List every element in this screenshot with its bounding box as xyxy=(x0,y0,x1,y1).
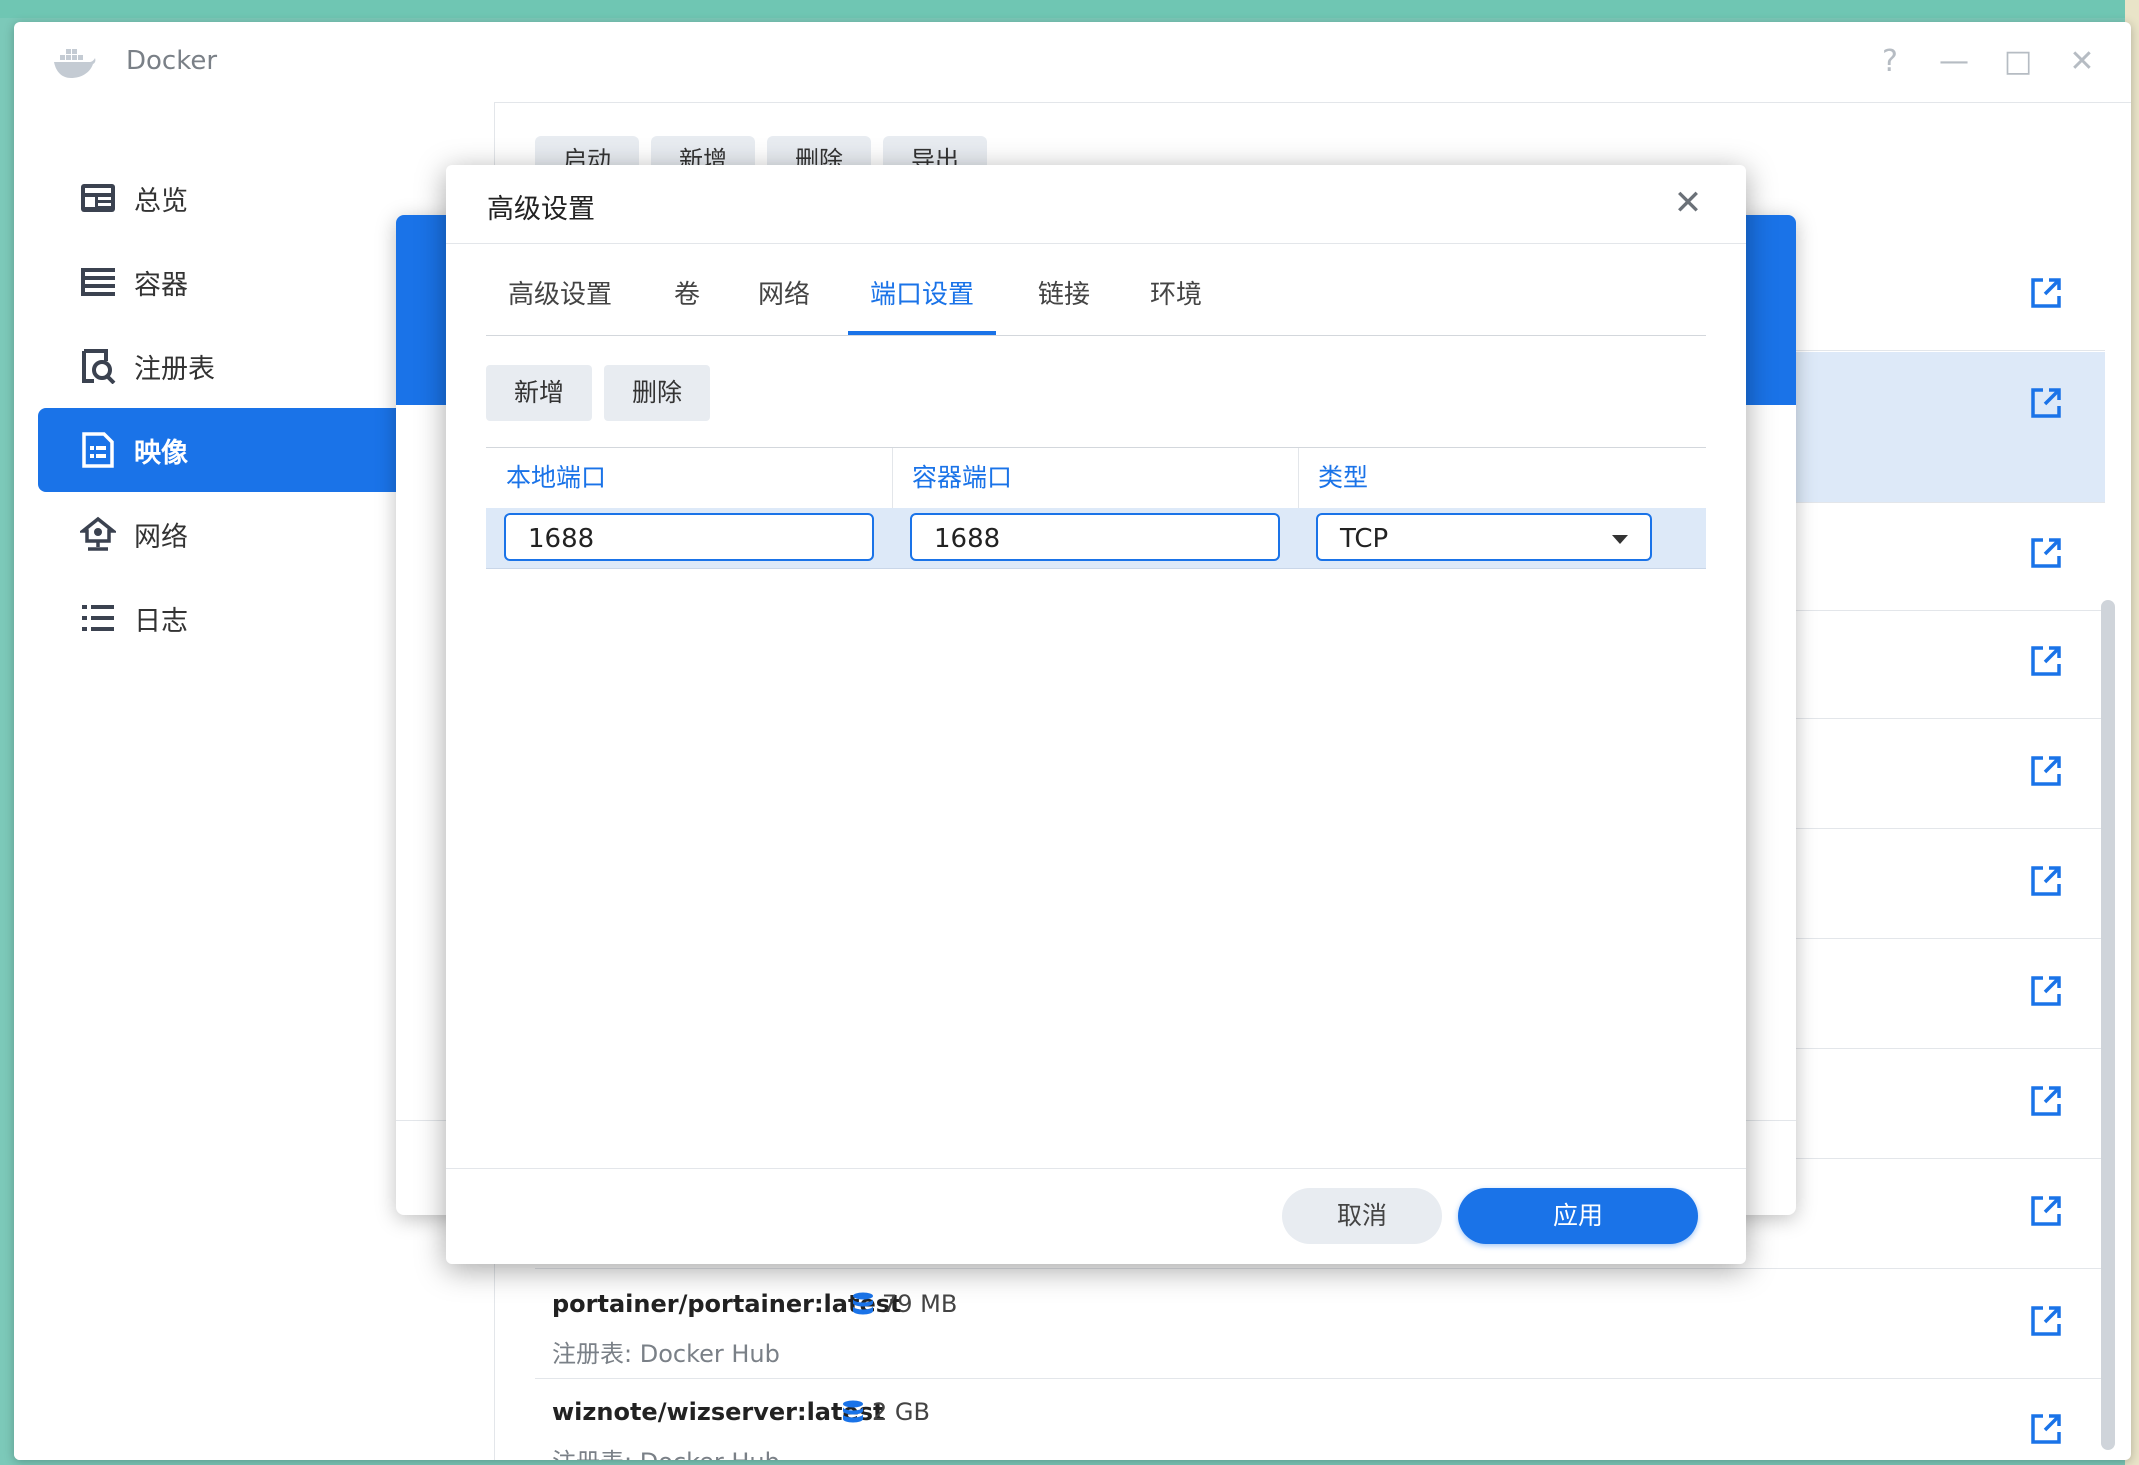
modal-title: 高级设置 xyxy=(487,194,595,225)
port-table: 本地端口 容器端口 类型 1688 1688 TCP xyxy=(486,447,1706,569)
cancel-button[interactable]: 取消 xyxy=(1282,1188,1442,1244)
open-external-icon[interactable] xyxy=(2029,1412,2063,1446)
column-divider xyxy=(1298,448,1299,508)
minimize-icon[interactable]: — xyxy=(1934,42,1974,82)
column-divider xyxy=(892,448,893,508)
column-header-container-port[interactable]: 容器端口 xyxy=(912,448,1012,508)
port-actions: 新增 删除 xyxy=(486,365,711,421)
overview-icon xyxy=(80,180,116,216)
sidebar-item-label: 映像 xyxy=(134,437,188,469)
list-item[interactable]: wiznote/wizserver:latest 2 GB 注册表: Docke… xyxy=(535,1378,2105,1460)
image-icon xyxy=(80,432,116,468)
sidebar-item-label: 注册表 xyxy=(134,353,215,385)
column-header-local-port[interactable]: 本地端口 xyxy=(506,448,606,508)
open-external-icon[interactable] xyxy=(2029,1084,2063,1118)
protocol-select[interactable]: TCP xyxy=(1316,513,1652,561)
tab-network[interactable]: 网络 xyxy=(758,255,810,335)
tab-port-settings[interactable]: 端口设置 xyxy=(848,255,997,335)
image-size: 2 GB xyxy=(842,1398,930,1426)
local-port-input[interactable]: 1688 xyxy=(504,513,874,561)
protocol-select-value: TCP xyxy=(1340,524,1389,554)
sidebar-item-label: 网络 xyxy=(134,521,188,553)
sidebar-item-label: 容器 xyxy=(134,269,188,301)
open-external-icon[interactable] xyxy=(2029,1194,2063,1228)
open-external-icon[interactable] xyxy=(2029,276,2063,310)
sidebar-item-label: 总览 xyxy=(134,185,188,217)
registry-icon xyxy=(80,348,116,384)
image-size-value: 2 GB xyxy=(872,1398,930,1426)
app-title: Docker xyxy=(126,46,218,76)
log-icon xyxy=(80,600,116,636)
scrollbar[interactable] xyxy=(2101,600,2115,1450)
storage-icon xyxy=(853,1292,873,1315)
image-name: portainer/portainer:latest xyxy=(552,1290,902,1318)
open-external-icon[interactable] xyxy=(2029,974,2063,1008)
apply-button[interactable]: 应用 xyxy=(1458,1188,1698,1244)
column-header-type[interactable]: 类型 xyxy=(1318,448,1368,508)
footer-divider xyxy=(446,1168,1746,1169)
image-registry: 注册表: Docker Hub xyxy=(552,1340,780,1368)
docker-logo-icon xyxy=(54,49,96,78)
network-icon xyxy=(80,516,116,552)
image-size-value: 79 MB xyxy=(882,1290,958,1318)
container-port-input[interactable]: 1688 xyxy=(910,513,1280,561)
list-item[interactable]: portainer/portainer:latest 79 MB 注册表: Do… xyxy=(535,1270,2105,1379)
add-port-button[interactable]: 新增 xyxy=(486,365,593,421)
close-icon[interactable]: ✕ xyxy=(1668,183,1708,223)
open-external-icon[interactable] xyxy=(2029,864,2063,898)
image-name: wiznote/wizserver:latest xyxy=(552,1398,885,1426)
sidebar-item-label: 日志 xyxy=(134,605,188,637)
divider xyxy=(446,243,1746,244)
open-external-icon[interactable] xyxy=(2029,536,2063,570)
tab-bar: 高级设置 卷 网络 端口设置 链接 环境 xyxy=(486,255,1706,336)
table-row[interactable]: 1688 1688 TCP xyxy=(486,508,1706,569)
titlebar: Docker ? — □ ✕ xyxy=(14,22,2131,103)
tab-links[interactable]: 链接 xyxy=(1038,255,1090,335)
tab-volume[interactable]: 卷 xyxy=(674,255,700,335)
desktop-background xyxy=(0,0,2139,18)
delete-port-button[interactable]: 删除 xyxy=(604,365,711,421)
maximize-icon[interactable]: □ xyxy=(1998,42,2038,82)
image-registry: 注册表: Docker Hub xyxy=(552,1442,780,1460)
help-icon[interactable]: ? xyxy=(1870,42,1910,82)
chevron-down-icon xyxy=(1612,535,1628,544)
storage-icon xyxy=(843,1400,863,1423)
tab-environment[interactable]: 环境 xyxy=(1150,255,1202,335)
advanced-settings-modal: 高级设置 ✕ 高级设置 卷 网络 端口设置 链接 环境 新增 删除 本地端口 容… xyxy=(446,165,1746,1264)
open-external-icon[interactable] xyxy=(2029,644,2063,678)
container-icon xyxy=(80,264,116,300)
table-header: 本地端口 容器端口 类型 xyxy=(486,447,1706,508)
window-close-icon[interactable]: ✕ xyxy=(2062,42,2102,82)
open-external-icon[interactable] xyxy=(2029,1304,2063,1338)
open-external-icon[interactable] xyxy=(2029,386,2063,420)
open-external-icon[interactable] xyxy=(2029,754,2063,788)
tab-advanced[interactable]: 高级设置 xyxy=(508,255,612,335)
image-size: 79 MB xyxy=(852,1290,957,1318)
